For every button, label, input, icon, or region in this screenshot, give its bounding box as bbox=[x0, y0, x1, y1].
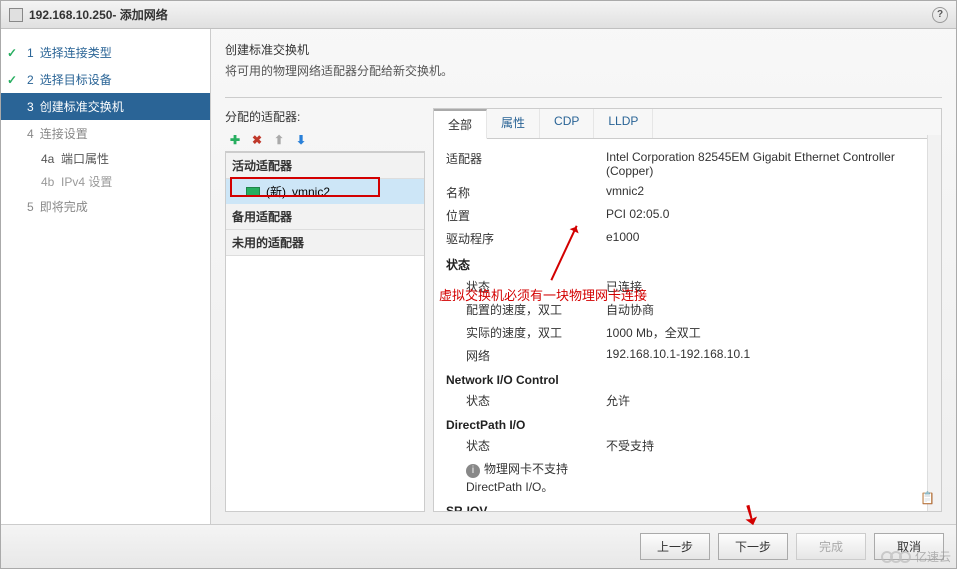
section-sriov: SR-IOV bbox=[446, 498, 929, 511]
group-active: 活动适配器 bbox=[226, 153, 424, 179]
next-button[interactable]: 下一步 bbox=[718, 533, 788, 560]
group-standby: 备用适配器 bbox=[226, 204, 424, 230]
copy-icon[interactable]: 📋 bbox=[920, 491, 935, 505]
check-icon: ✓ bbox=[7, 46, 21, 60]
wizard-step-target-device[interactable]: ✓ 2 选择目标设备 bbox=[1, 66, 210, 93]
tab-all[interactable]: 全部 bbox=[434, 109, 487, 139]
assigned-adapters-label: 分配的适配器: bbox=[225, 108, 425, 125]
cancel-button[interactable]: 取消 bbox=[874, 533, 944, 560]
remove-adapter-icon[interactable]: ✖ bbox=[249, 132, 265, 148]
adapter-toolbar: ✚ ✖ ⬆ ⬇ bbox=[225, 129, 425, 152]
prop-val: Intel Corporation 82545EM Gigabit Ethern… bbox=[606, 150, 929, 178]
adapter-list: 活动适配器 (新) vmnic2 备用适配器 未用的适配器 bbox=[225, 152, 425, 512]
tab-lldp[interactable]: LLDP bbox=[594, 109, 653, 138]
details-pane: 全部 属性 CDP LLDP 适配器Intel Corporation 8254… bbox=[433, 108, 942, 512]
title-suffix: - 添加网络 bbox=[112, 6, 167, 23]
check-icon: ✓ bbox=[7, 73, 21, 87]
prop-key: 驱动程序 bbox=[446, 230, 606, 247]
prop-val: vmnic2 bbox=[606, 184, 929, 201]
prop-val: e1000 bbox=[606, 230, 929, 247]
move-down-icon[interactable]: ⬇ bbox=[293, 132, 309, 148]
wizard-step-ready[interactable]: 5 即将完成 bbox=[1, 193, 210, 220]
info-icon: i bbox=[466, 464, 480, 478]
tab-cdp[interactable]: CDP bbox=[540, 109, 594, 138]
help-icon[interactable]: ? bbox=[932, 7, 948, 23]
nic-icon bbox=[246, 187, 260, 197]
add-network-dialog: 192.168.10.250 - 添加网络 ? ✓ 1 选择连接类型 ✓ 2 选… bbox=[0, 0, 957, 569]
prop-val: 自动协商 bbox=[606, 301, 929, 318]
wizard-step-connection-settings[interactable]: 4 连接设置 bbox=[1, 120, 210, 147]
wizard-sub-port-props[interactable]: 4a 端口属性 bbox=[1, 147, 210, 170]
section-state: 状态 bbox=[446, 250, 929, 275]
prop-val: 192.168.10.1-192.168.10.1 bbox=[606, 347, 929, 364]
tab-properties[interactable]: 属性 bbox=[487, 109, 540, 138]
dialog-body: ✓ 1 选择连接类型 ✓ 2 选择目标设备 3 创建标准交换机 4 连接设置 4… bbox=[1, 29, 956, 524]
wizard-step-connection-type[interactable]: ✓ 1 选择连接类型 bbox=[1, 39, 210, 66]
prop-key: 状态 bbox=[446, 392, 606, 409]
prop-val: 允许 bbox=[606, 392, 929, 409]
titlebar: 192.168.10.250 - 添加网络 ? bbox=[1, 1, 956, 29]
footer: 上一步 下一步 完成 取消 bbox=[1, 524, 956, 568]
title-host: 192.168.10.250 bbox=[29, 8, 112, 22]
wizard-nav: ✓ 1 选择连接类型 ✓ 2 选择目标设备 3 创建标准交换机 4 连接设置 4… bbox=[1, 29, 211, 524]
wizard-step-create-vswitch[interactable]: 3 创建标准交换机 bbox=[1, 93, 210, 120]
move-up-icon[interactable]: ⬆ bbox=[271, 132, 287, 148]
prop-key: 位置 bbox=[446, 207, 606, 224]
adapter-name: vmnic2 bbox=[292, 185, 330, 199]
prop-key: 实际的速度，双工 bbox=[446, 324, 606, 341]
properties-grid: 适配器Intel Corporation 82545EM Gigabit Eth… bbox=[434, 139, 941, 511]
adapter-prefix: (新) bbox=[266, 183, 286, 200]
prop-key: 状态 bbox=[446, 437, 606, 454]
scrollbar[interactable] bbox=[927, 135, 941, 511]
blank bbox=[7, 100, 21, 114]
add-adapter-icon[interactable]: ✚ bbox=[227, 132, 243, 148]
content-pane: 创建标准交换机 将可用的物理网络适配器分配给新交换机。 分配的适配器: ✚ ✖ … bbox=[211, 29, 956, 524]
adapter-item-vmnic2[interactable]: (新) vmnic2 bbox=[226, 179, 424, 204]
prop-key: 名称 bbox=[446, 184, 606, 201]
adapters-pane: 分配的适配器: ✚ ✖ ⬆ ⬇ 活动适配器 (新) vmnic2 bbox=[225, 108, 425, 512]
prop-val: PCI 02:05.0 bbox=[606, 207, 929, 224]
back-button[interactable]: 上一步 bbox=[640, 533, 710, 560]
info-note: i物理网卡不支持 DirectPath I/O。 bbox=[446, 460, 606, 495]
prop-key: 配置的速度，双工 bbox=[446, 301, 606, 318]
content-subheading: 将可用的物理网络适配器分配给新交换机。 bbox=[225, 62, 942, 79]
prop-val: 1000 Mb，全双工 bbox=[606, 324, 929, 341]
host-icon bbox=[9, 8, 23, 22]
group-unused: 未用的适配器 bbox=[226, 230, 424, 256]
finish-button: 完成 bbox=[796, 533, 866, 560]
prop-val: 不受支持 bbox=[606, 437, 929, 454]
prop-key: 状态 bbox=[446, 278, 606, 295]
section-nio: Network I/O Control bbox=[446, 367, 929, 389]
wizard-sub-ipv4[interactable]: 4b IPv4 设置 bbox=[1, 170, 210, 193]
prop-key: 网络 bbox=[446, 347, 606, 364]
section-directpath: DirectPath I/O bbox=[446, 412, 929, 434]
prop-val: 已连接 bbox=[606, 278, 929, 295]
content-heading: 创建标准交换机 bbox=[225, 41, 942, 58]
prop-key: 适配器 bbox=[446, 150, 606, 178]
details-tabs: 全部 属性 CDP LLDP bbox=[434, 109, 941, 139]
